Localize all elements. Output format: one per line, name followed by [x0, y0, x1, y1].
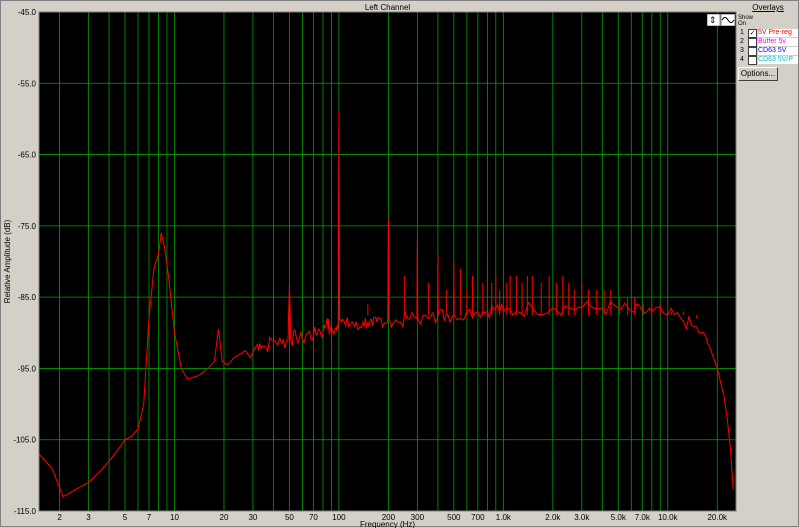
- x-tick-label: 20: [220, 513, 229, 522]
- x-tick-label: 5: [123, 513, 128, 522]
- x-tick-label: 1.0k: [496, 513, 512, 522]
- x-tick-label: 10: [170, 513, 179, 522]
- x-tick-label: 2: [57, 513, 62, 522]
- x-tick-label: 2.0k: [545, 513, 561, 522]
- spectrum-window: -45.0 -55.0 -65.0 -75.0 -85.0 -95.0 -105.0 -115…: [0, 0, 799, 528]
- overlay-label[interactable]: Buffer 5v: [758, 38, 798, 46]
- y-axis-title: Relative Amplitude (dB): [3, 219, 12, 303]
- y-tick-label: -95.0: [18, 364, 37, 373]
- overlay-label[interactable]: CD63 5V: [758, 47, 798, 55]
- x-tick-label: 100: [332, 513, 346, 522]
- overlay-row-number: 4: [740, 56, 744, 63]
- x-tick-label: 700: [471, 513, 485, 522]
- y-tick-label: -85.0: [18, 293, 37, 302]
- x-tick-label: 3: [86, 513, 91, 522]
- y-tick-label: -45.0: [18, 8, 37, 17]
- x-tick-label: 7: [147, 513, 152, 522]
- toolbar-icon-set: ⇕: [706, 13, 736, 27]
- x-tick-label: 500: [447, 513, 461, 522]
- overlay-checkbox[interactable]: [748, 47, 757, 56]
- overlay-row-4: 4 CD63 5V/P: [738, 56, 798, 65]
- overlay-row-number: 2: [740, 38, 744, 45]
- toolbar-icons: ⇕: [706, 13, 736, 27]
- x-tick-label: 30: [248, 513, 257, 522]
- x-tick-label: 50: [285, 513, 294, 522]
- x-tick-label: 3.0k: [574, 513, 590, 522]
- y-tick-label: -65.0: [18, 151, 37, 160]
- waveform-icon[interactable]: [720, 13, 736, 27]
- overlays-header: Overlays: [752, 3, 784, 12]
- y-tick-label: -75.0: [18, 222, 37, 231]
- x-tick-label: 70: [309, 513, 318, 522]
- chart-title: Left Channel: [365, 3, 411, 12]
- x-tick-label: 5.0k: [611, 513, 627, 522]
- overlay-row-3: 3 CD63 5V: [738, 47, 798, 56]
- overlay-row-number: 1: [740, 29, 744, 36]
- cursor-icon[interactable]: ⇕: [706, 13, 721, 27]
- overlay-checkbox[interactable]: ✓: [748, 29, 757, 38]
- overlay-row-2: 2 Buffer 5v: [738, 38, 798, 47]
- y-tick-label: -55.0: [18, 79, 37, 88]
- overlay-row-number: 3: [740, 47, 744, 54]
- x-tick-label: 10.0k: [658, 513, 679, 522]
- y-tick-label: -105.0: [13, 436, 36, 445]
- overlay-label[interactable]: CD63 5V/P: [758, 56, 798, 64]
- options-button[interactable]: Options...: [738, 67, 778, 81]
- overlays-column-header: Show On: [738, 15, 754, 27]
- x-tick-label: 7.0k: [635, 513, 651, 522]
- spectrum-chart: -45.0 -55.0 -65.0 -75.0 -85.0 -95.0 -105.0 -115…: [3, 3, 737, 528]
- x-tick-label: 20.0k: [707, 513, 728, 522]
- overlay-checkbox[interactable]: [748, 38, 757, 47]
- overlay-checkbox[interactable]: [748, 56, 757, 65]
- overlay-label[interactable]: 5V Pre-reg: [758, 29, 798, 37]
- svg-text:⇕: ⇕: [709, 15, 717, 25]
- y-tick-label: -115.0: [14, 507, 37, 516]
- overlay-row-1: 1 ✓ 5V Pre-reg: [738, 29, 798, 38]
